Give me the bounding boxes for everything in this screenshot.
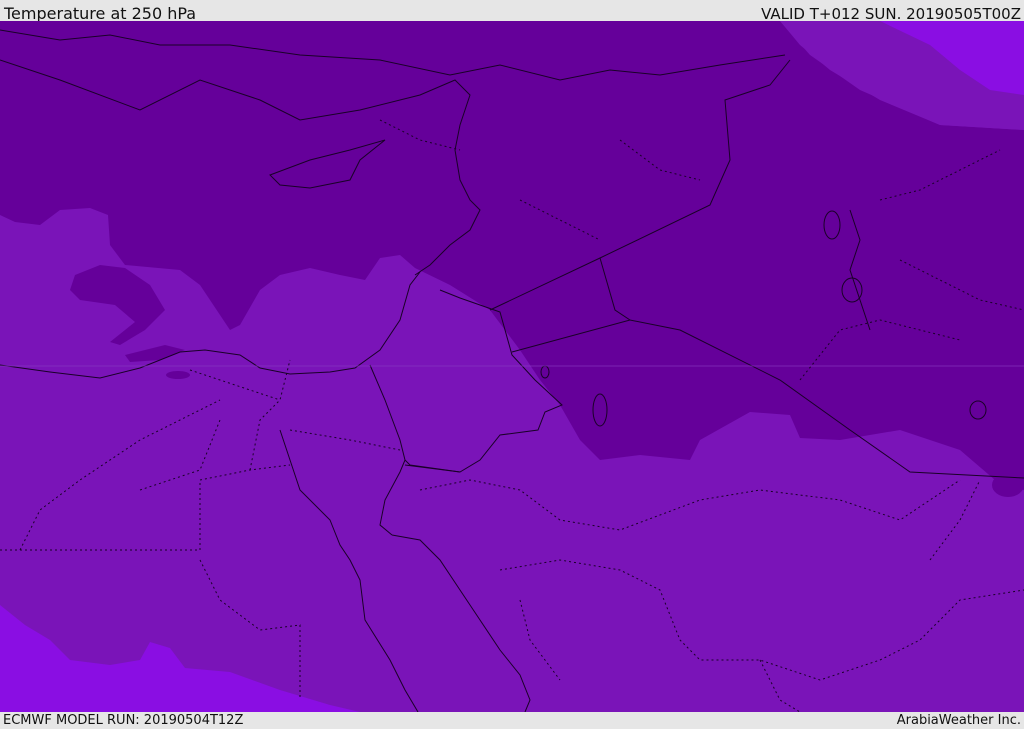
footer-bar: ECMWF MODEL RUN: 20190504T12Z ArabiaWeat… [0,712,1024,729]
credit-label: ArabiaWeather Inc. [896,713,1021,728]
cold-patch-region-small [166,371,190,379]
header-bar: Temperature at 250 hPa VALID T+012 SUN. … [0,0,1024,23]
temperature-map[interactable] [0,21,1024,712]
model-run-label: ECMWF MODEL RUN: 20190504T12Z [3,713,244,728]
